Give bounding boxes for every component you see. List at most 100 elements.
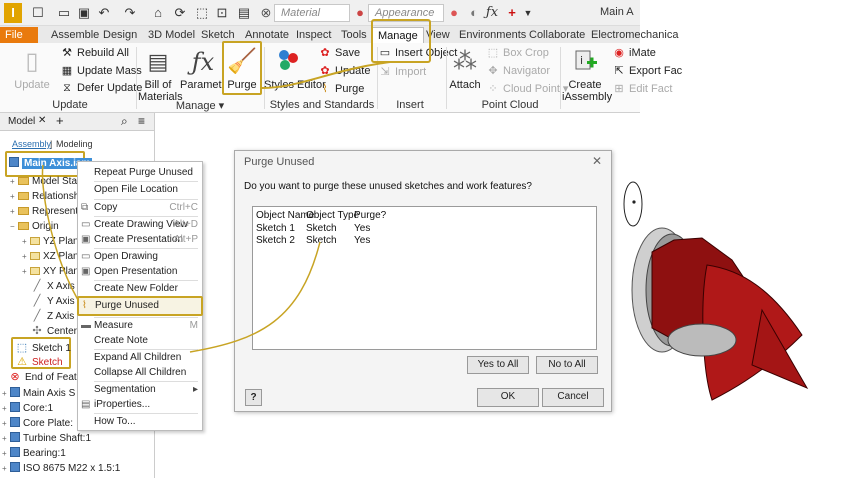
defer-update-button[interactable]: ⧖ Defer Update — [60, 82, 142, 95]
expand-icon[interactable]: + — [2, 416, 10, 431]
subtab-modeling[interactable]: Modeling — [56, 139, 93, 149]
column-purge[interactable]: Purge? — [354, 210, 386, 221]
inventor-logo-icon[interactable]: I — [4, 3, 22, 23]
menu-item-open-presentation[interactable]: ▣ Open Presentation — [78, 264, 202, 279]
bill-of-materials-button[interactable]: ▤ Bill of Materials — [138, 47, 183, 103]
tree-item-xz-plane[interactable]: + XZ Plane — [22, 249, 84, 264]
navigator-button[interactable]: ✥ Navigator — [486, 64, 550, 77]
menu-icon[interactable]: ≡ — [138, 114, 145, 128]
menu-item-purge-unused[interactable]: ⌇ Purge Unused — [77, 296, 203, 316]
new-file-icon[interactable]: ☐ — [30, 5, 46, 21]
menu-item-copy[interactable]: ⧉ Copy Ctrl+C — [78, 200, 202, 215]
menu-item-open-drawing[interactable]: ▭ Open Drawing — [78, 249, 202, 264]
tree-item-end-of-features[interactable]: ⊗ End of Feat — [8, 370, 76, 385]
tree-item-z-axis[interactable]: ╱ Z Axis — [30, 309, 75, 324]
menu-item-create-note[interactable]: Create Note — [78, 333, 202, 348]
tab-electromechanical[interactable]: Electromechanica — [586, 27, 683, 43]
cloud-point-button[interactable]: ⁘ Cloud Point ▾ — [486, 82, 568, 95]
box-crop-button[interactable]: ⬚ Box Crop — [486, 46, 549, 59]
expand-icon[interactable]: + — [22, 264, 30, 279]
tab-collaborate[interactable]: Collaborate — [524, 27, 590, 43]
fx-icon[interactable]: ƒx — [484, 5, 500, 21]
menu-item-collapse-all[interactable]: Collapse All Children — [78, 365, 202, 380]
expand-icon[interactable]: + — [2, 461, 10, 476]
viewport-model[interactable] — [612, 160, 850, 478]
menu-item-iproperties[interactable]: ▤ iProperties... — [78, 397, 202, 412]
expand-icon[interactable]: + — [22, 234, 30, 249]
open-file-icon[interactable]: ▭ — [56, 5, 72, 21]
menu-item-create-drawing-view[interactable]: ▭ Create Drawing View Alt+D — [78, 217, 202, 232]
rebuild-all-button[interactable]: ⚒ Rebuild All — [60, 46, 129, 59]
expand-icon[interactable]: + — [2, 446, 10, 461]
expand-icon[interactable]: + — [10, 204, 18, 219]
parameters-button[interactable]: ƒx Parameters — [180, 47, 237, 91]
export-face-button[interactable]: ⇱ Export Fac — [612, 64, 682, 77]
tab-model[interactable]: Model — [8, 116, 35, 127]
save-icon[interactable]: ▣ — [76, 5, 92, 21]
styles-purge-button[interactable]: ⌇ Purge — [318, 82, 364, 95]
menu-item-open-file-location[interactable]: Open File Location — [78, 182, 202, 197]
tree-item-turbine-shaft[interactable]: + Turbine Shaft:1 — [2, 431, 91, 446]
update-mass-button[interactable]: ▦ Update Mass — [60, 64, 142, 77]
tree-item-relationships[interactable]: + Relationship — [10, 189, 87, 204]
tab-design[interactable]: Design — [98, 27, 142, 43]
tab-3d-model[interactable]: 3D Model — [143, 27, 200, 43]
update-icon[interactable]: ⟳ — [172, 5, 188, 21]
color-override-icon[interactable]: ● — [446, 5, 462, 21]
add-icon[interactable]: + — [504, 5, 520, 21]
undo-icon[interactable]: ↶ — [96, 5, 112, 21]
help-button[interactable]: ? — [245, 389, 262, 406]
tab-view[interactable]: View — [421, 27, 455, 43]
expand-icon[interactable]: + — [22, 249, 30, 264]
tree-item-yz-plane[interactable]: + YZ Plane — [22, 234, 84, 249]
create-iassembly-button[interactable]: i Create iAssembly — [562, 47, 612, 103]
menu-item-how-to[interactable]: How To... — [78, 414, 202, 429]
tree-item-x-axis[interactable]: ╱ X Axis — [30, 279, 75, 294]
close-icon[interactable]: ✕ — [38, 115, 46, 126]
tree-item-origin[interactable]: − Origin — [10, 219, 59, 234]
expand-icon[interactable]: + — [2, 431, 10, 446]
import-button[interactable]: ⇲ Import — [378, 65, 426, 78]
expand-icon[interactable]: + — [2, 401, 10, 416]
purge-list[interactable]: Object Name Object Type Purge? Sketch 1 … — [252, 206, 597, 350]
row-2-purge[interactable]: Yes — [354, 235, 370, 246]
tab-assemble[interactable]: Assemble — [46, 27, 104, 43]
row-1-name[interactable]: Sketch 1 — [256, 223, 295, 234]
styles-save-button[interactable]: ✿ Save — [318, 46, 360, 59]
tab-tools[interactable]: Tools — [336, 27, 372, 43]
tab-manage[interactable]: Manage — [372, 27, 424, 43]
qat-dropdown-icon[interactable]: ▼ — [520, 5, 536, 21]
edit-factory-button[interactable]: ⊞ Edit Fact — [612, 82, 672, 95]
tree-item-core[interactable]: + Core:1 — [2, 401, 53, 416]
tree-item-main-axis[interactable]: + Main Axis S — [2, 386, 75, 401]
tree-item-representations[interactable]: + Representat — [10, 204, 86, 219]
cancel-button[interactable]: Cancel — [542, 388, 604, 407]
row-2-name[interactable]: Sketch 2 — [256, 235, 295, 246]
tree-item-xy-plane[interactable]: + XY Plane — [22, 264, 85, 279]
close-icon[interactable]: ✕ — [592, 154, 602, 168]
subtab-assembly[interactable]: Assembly — [12, 139, 51, 149]
collapse-icon[interactable]: − — [10, 219, 18, 234]
project-icon[interactable]: ▤ — [236, 5, 252, 21]
yes-to-all-button[interactable]: Yes to All — [467, 356, 529, 374]
tree-item-sketch-2[interactable]: ⚠ Sketch — [15, 355, 67, 369]
tree-item-bearing[interactable]: + Bearing:1 — [2, 446, 66, 461]
menu-item-repeat-purge[interactable]: Repeat Purge Unused — [78, 165, 202, 180]
row-1-purge[interactable]: Yes — [354, 223, 370, 234]
tree-item-model-state[interactable]: + Model State — [10, 174, 85, 189]
group-label-manage[interactable]: Manage ▾ — [160, 99, 240, 112]
ok-button[interactable]: OK — [477, 388, 539, 407]
update-button[interactable]: ▯ Update — [12, 47, 52, 91]
tree-item-core-plate[interactable]: + Core Plate: — [2, 416, 73, 431]
clear-appearance-icon[interactable]: ◐ — [466, 5, 482, 21]
expand-icon[interactable]: + — [2, 386, 10, 401]
home-icon[interactable]: ⌂ — [150, 5, 166, 21]
tree-item-iso-nut[interactable]: + ISO 8675 M22 x 1.5:1 — [2, 461, 120, 476]
tree-item-sketch-1[interactable]: ⬚ Sketch 1 — [15, 341, 71, 355]
purge-button[interactable]: 🧹 Purge — [222, 41, 262, 95]
menu-item-measure[interactable]: ▬ Measure M — [78, 318, 202, 333]
menu-item-expand-all[interactable]: Expand All Children — [78, 350, 202, 365]
tab-inspect[interactable]: Inspect — [291, 27, 336, 43]
expand-icon[interactable]: + — [10, 174, 18, 189]
expand-icon[interactable]: + — [10, 189, 18, 204]
